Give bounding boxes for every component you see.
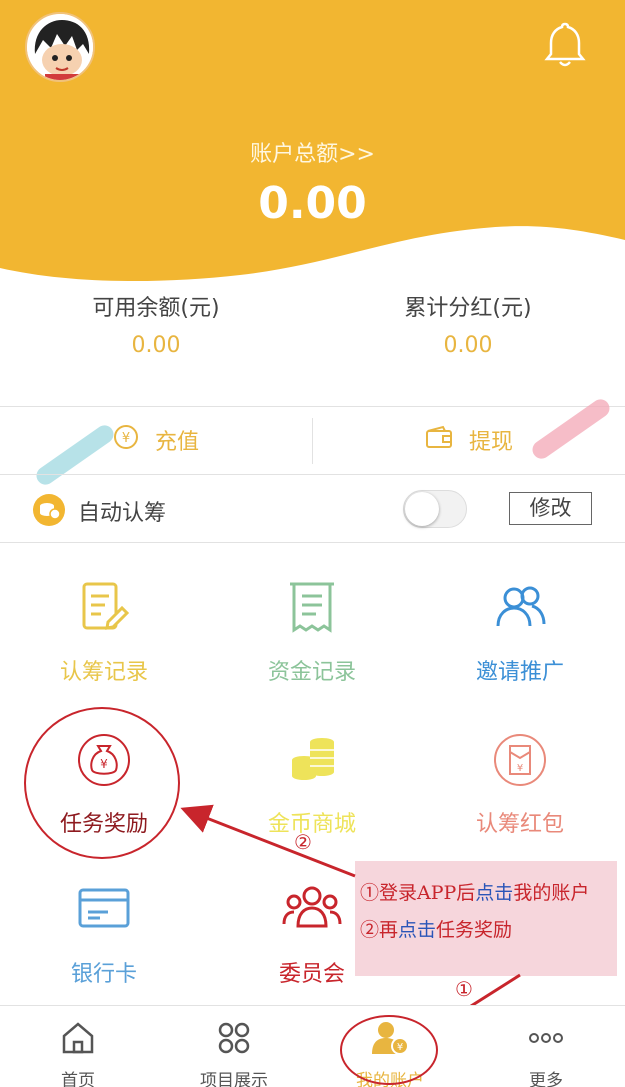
tab-more[interactable]: 更多 [468,1006,624,1087]
annotation-circle-account [340,1015,438,1085]
tab-bar: 首页 项目展示 ¥ 我的账户 更多 [0,1005,625,1087]
tab-label: 项目展示 [200,1071,268,1087]
tab-projects[interactable]: 项目展示 [156,1006,312,1087]
tab-label: 首页 [61,1071,95,1087]
more-icon [526,1018,566,1058]
annotation-arrows [180,804,521,1036]
tab-home[interactable]: 首页 [0,1006,156,1087]
grid-icon [214,1018,254,1058]
tab-label: 更多 [529,1071,563,1087]
home-icon [58,1018,98,1058]
